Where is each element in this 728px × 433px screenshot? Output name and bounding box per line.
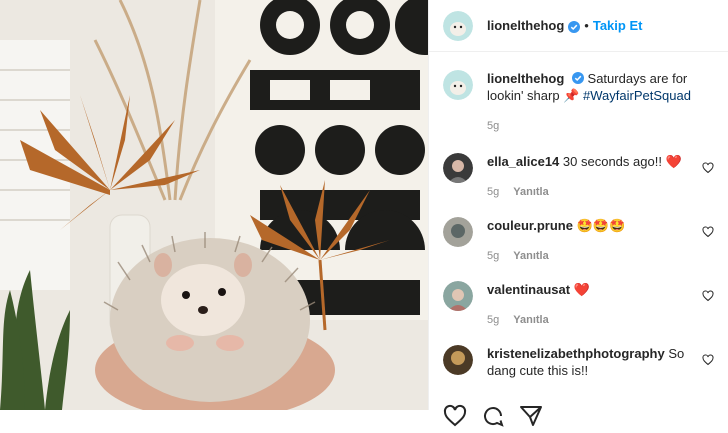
verified-badge-icon <box>571 71 584 84</box>
comment-username[interactable]: valentinausat <box>487 282 570 297</box>
verified-badge-icon <box>568 20 581 33</box>
like-heart-icon[interactable] <box>702 225 714 238</box>
comment-text: 30 seconds ago!! <box>562 154 662 169</box>
comment-icon[interactable] <box>481 404 505 428</box>
avatar[interactable] <box>443 345 473 375</box>
like-icon[interactable] <box>443 404 467 428</box>
heart-emoji: ❤️ <box>573 282 590 297</box>
post-username[interactable]: lionelthehog <box>487 18 564 33</box>
list-item: ella_alice14 30 seconds ago!! ❤️ 5g Yanı… <box>443 153 714 201</box>
separator-dot: • <box>584 18 589 33</box>
comment-username[interactable]: kristenelizabethphotography <box>487 346 665 361</box>
heart-emoji: ❤️ <box>665 154 682 169</box>
caption-time[interactable]: 5g <box>487 118 499 135</box>
list-item: couleur.prune 🤩🤩🤩 5g Yanıtla <box>443 217 714 265</box>
follow-button[interactable]: Takip Et <box>593 18 643 33</box>
hashtag-link[interactable]: #WayfairPetSquad <box>583 88 691 103</box>
post-header: lionelthehog • Takip Et <box>429 0 728 52</box>
post-side-panel: lionelthehog • Takip Et lionelthehog Sat… <box>428 0 728 427</box>
avatar[interactable] <box>443 281 473 311</box>
hedgehog-photo <box>0 0 428 410</box>
reply-button[interactable]: Yanıtla <box>513 312 548 329</box>
avatar[interactable] <box>443 70 473 100</box>
pushpin-emoji: 📌 <box>563 88 580 103</box>
like-heart-icon[interactable] <box>702 161 714 174</box>
like-heart-icon[interactable] <box>702 289 714 302</box>
reply-button[interactable]: Yanıtla <box>513 184 548 201</box>
like-heart-icon[interactable] <box>702 353 714 366</box>
star-eyes-emoji: 🤩🤩🤩 <box>576 218 626 233</box>
comment-username[interactable]: couleur.prune <box>487 218 573 233</box>
comments-list: lionelthehog Saturdays are for lookin' s… <box>429 52 728 379</box>
avatar[interactable] <box>443 217 473 247</box>
comment-username[interactable]: ella_alice14 <box>487 154 559 169</box>
avatar[interactable] <box>443 10 473 41</box>
reply-button[interactable]: Yanıtla <box>513 248 548 265</box>
comment-time[interactable]: 5g <box>487 184 499 201</box>
post-image[interactable] <box>0 0 428 410</box>
list-item: valentinausat ❤️ 5g Yanıtla <box>443 281 714 329</box>
share-icon[interactable] <box>519 404 543 428</box>
comment-time[interactable]: 5g <box>487 248 499 265</box>
caption: lionelthehog Saturdays are for lookin' s… <box>443 70 714 135</box>
comment-time[interactable]: 5g <box>487 312 499 329</box>
action-bar <box>443 404 543 428</box>
list-item: kristenelizabethphotography So dang cute… <box>443 345 714 379</box>
avatar[interactable] <box>443 153 473 183</box>
caption-username[interactable]: lionelthehog <box>487 71 564 86</box>
